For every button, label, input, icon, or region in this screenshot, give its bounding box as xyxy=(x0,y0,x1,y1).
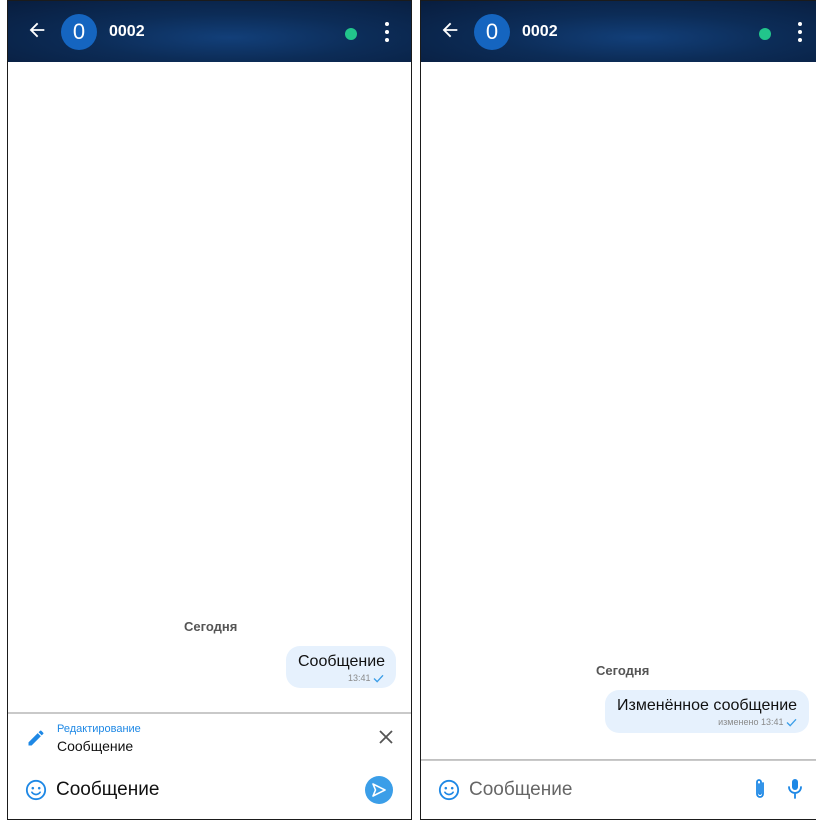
message-bubble[interactable]: Изменённое сообщение изменено 13:41 xyxy=(605,690,809,733)
date-separator: Сегодня xyxy=(596,663,650,678)
send-icon xyxy=(372,783,386,797)
avatar[interactable]: 0 xyxy=(61,14,97,50)
back-arrow-icon[interactable] xyxy=(26,19,48,41)
more-vert-icon[interactable] xyxy=(796,22,804,44)
edit-original-text: Сообщение xyxy=(57,738,134,754)
message-edited-time: изменено 13:41 xyxy=(718,717,784,727)
edit-label: Редактирование xyxy=(57,723,141,735)
microphone-icon[interactable] xyxy=(786,777,804,801)
message-input-bar xyxy=(421,761,816,819)
close-icon[interactable] xyxy=(379,730,393,744)
chat-header: 0 0002 xyxy=(8,1,411,62)
message-input[interactable] xyxy=(56,777,346,803)
chat-screen-editing: 0 0002 Сегодня Сообщение 13:41 Редактиро… xyxy=(7,0,412,820)
paperclip-icon[interactable] xyxy=(752,777,768,801)
message-input-bar xyxy=(8,761,411,819)
chat-header: 0 0002 xyxy=(421,1,816,62)
message-bubble[interactable]: Сообщение 13:41 xyxy=(286,646,396,688)
chat-title[interactable]: 0002 xyxy=(522,23,558,41)
message-time: 13:41 xyxy=(347,673,371,683)
avatar[interactable]: 0 xyxy=(474,14,510,50)
message-text: Изменённое сообщение xyxy=(617,697,798,714)
emoji-icon[interactable] xyxy=(438,779,460,801)
edit-message-bar: Редактирование Сообщение xyxy=(8,712,411,766)
more-vert-icon[interactable] xyxy=(383,22,391,44)
date-separator: Сегодня xyxy=(184,619,238,634)
check-icon xyxy=(373,674,384,683)
chat-title[interactable]: 0002 xyxy=(109,23,145,41)
chat-screen-edited: 0 0002 Сегодня Изменённое сообщение изме… xyxy=(420,0,816,820)
online-status-dot xyxy=(759,28,771,40)
message-text: Сообщение xyxy=(298,653,386,670)
message-meta: 13:41 xyxy=(298,673,384,683)
emoji-icon[interactable] xyxy=(25,779,47,801)
message-meta: изменено 13:41 xyxy=(617,717,797,727)
check-icon xyxy=(786,718,797,727)
pencil-icon xyxy=(28,730,44,746)
send-button[interactable] xyxy=(365,776,393,804)
online-status-dot xyxy=(345,28,357,40)
back-arrow-icon[interactable] xyxy=(439,19,461,41)
message-input[interactable] xyxy=(469,777,729,803)
